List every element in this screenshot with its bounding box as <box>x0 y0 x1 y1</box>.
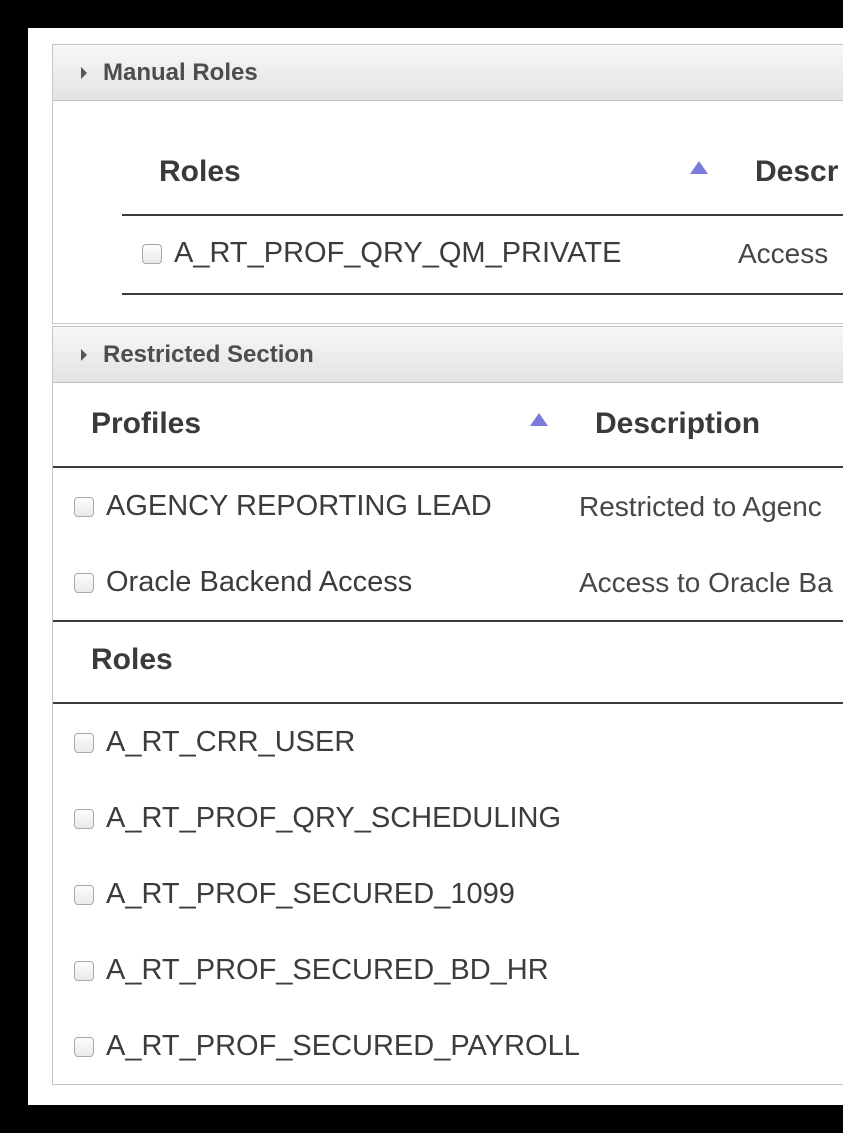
row-checkbox[interactable] <box>74 808 94 829</box>
profile-name: AGENCY REPORTING LEAD <box>106 490 492 522</box>
role-description: Access <box>738 238 829 269</box>
row-checkbox[interactable] <box>74 496 94 517</box>
profile-description: Restricted to Agenc <box>579 491 822 522</box>
restricted-section-header[interactable]: Restricted Section <box>53 327 843 383</box>
sort-ascending-icon[interactable] <box>690 161 708 174</box>
table-row: A_RT_PROF_QRY_SCHEDULING <box>74 802 561 835</box>
expand-caret-icon[interactable] <box>81 348 87 361</box>
role-name: A_RT_PROF_QRY_SCHEDULING <box>106 802 562 834</box>
manual-roles-panel: Manual Roles Roles Descr A_RT_PROF_QRY_Q… <box>52 44 843 324</box>
row-checkbox[interactable] <box>74 960 94 981</box>
column-header-description[interactable]: Descr <box>755 155 838 189</box>
row-checkbox[interactable] <box>74 572 94 593</box>
restricted-section-title[interactable]: Restricted Section <box>103 341 314 369</box>
role-name: A_RT_PROF_SECURED_BD_HR <box>106 954 549 986</box>
page-canvas: Manual Roles Roles Descr A_RT_PROF_QRY_Q… <box>28 28 843 1105</box>
row-checkbox[interactable] <box>142 243 162 264</box>
role-name: A_RT_PROF_QRY_QM_PRIVATE <box>174 237 622 269</box>
row-checkbox[interactable] <box>74 732 94 753</box>
row-checkbox[interactable] <box>74 884 94 905</box>
column-header-profiles[interactable]: Profiles <box>91 407 201 441</box>
role-name: A_RT_PROF_SECURED_1099 <box>106 878 515 910</box>
table-row: A_RT_PROF_SECURED_1099 <box>74 878 515 911</box>
table-row: A_RT_CRR_USER <box>74 726 355 759</box>
role-name: A_RT_CRR_USER <box>106 726 356 758</box>
header-divider <box>53 466 843 468</box>
table-divider <box>53 620 843 622</box>
expand-caret-icon[interactable] <box>81 66 87 79</box>
sort-ascending-icon[interactable] <box>530 413 548 426</box>
table-row: A_RT_PROF_SECURED_PAYROLL <box>74 1030 580 1063</box>
header-divider <box>122 214 843 216</box>
table-row: Oracle Backend Access <box>74 566 412 599</box>
role-name: A_RT_PROF_SECURED_PAYROLL <box>106 1030 580 1062</box>
row-checkbox[interactable] <box>74 1036 94 1057</box>
restricted-section-panel: Restricted Section Profiles Description … <box>52 326 843 1085</box>
profile-description: Access to Oracle Ba <box>579 567 833 598</box>
manual-roles-header[interactable]: Manual Roles <box>53 45 843 101</box>
column-header-description[interactable]: Description <box>595 407 760 441</box>
table-row: AGENCY REPORTING LEAD <box>74 490 492 523</box>
header-divider <box>53 702 843 704</box>
column-header-roles[interactable]: Roles <box>91 643 173 677</box>
row-divider <box>122 293 843 295</box>
column-header-roles[interactable]: Roles <box>159 155 241 189</box>
profile-name: Oracle Backend Access <box>106 566 413 598</box>
table-row: A_RT_PROF_SECURED_BD_HR <box>74 954 549 987</box>
manual-roles-title[interactable]: Manual Roles <box>103 59 258 87</box>
table-row: A_RT_PROF_QRY_QM_PRIVATE <box>142 237 622 270</box>
